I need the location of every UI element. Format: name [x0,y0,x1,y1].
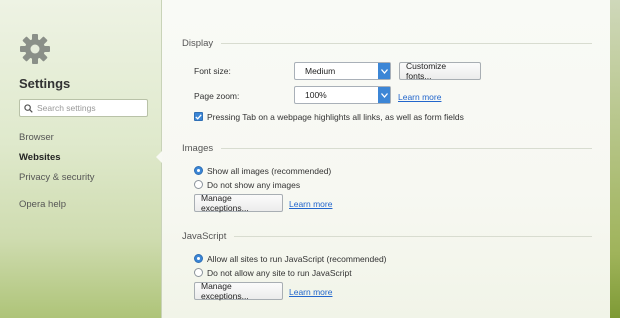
allow-javascript-radio[interactable] [194,254,203,263]
tab-highlight-checkbox[interactable] [194,112,203,121]
allow-javascript-label: Allow all sites to run JavaScript (recom… [207,254,387,264]
gear-icon [20,34,50,64]
block-javascript-radio[interactable] [194,268,203,277]
sidebar: Settings Browser Websites Privacy & secu… [0,0,163,318]
search-icon [24,103,33,113]
font-size-label: Font size: [194,66,231,76]
images-header-label: Images [182,143,214,154]
page-zoom-label: Page zoom: [194,91,240,101]
show-images-radio[interactable] [194,166,203,175]
sidebar-item-browser[interactable]: Browser [19,132,54,143]
sidebar-item-opera-help[interactable]: Opera help [19,199,66,210]
customize-fonts-button[interactable]: Customize fonts... [399,61,481,81]
sidebar-item-websites[interactable]: Websites [19,152,61,163]
font-size-select[interactable]: Medium [294,62,391,80]
divider [234,236,592,237]
window-background-edge [610,0,620,318]
hide-images-radio[interactable] [194,180,203,189]
show-images-label: Show all images (recommended) [207,166,332,176]
images-manage-exceptions-button[interactable]: Manage exceptions... [194,193,283,213]
images-section-header: Images [182,143,592,154]
search-box[interactable] [19,99,148,117]
hide-images-label: Do not show any images [207,180,301,190]
settings-content: Display Font size: Medium Customize font… [162,0,610,318]
search-input[interactable] [37,103,145,113]
images-learn-more-link[interactable]: Learn more [289,199,332,209]
divider [221,148,592,149]
chevron-down-icon [378,63,390,79]
javascript-section-header: JavaScript [182,231,592,242]
sidebar-item-privacy-security[interactable]: Privacy & security [19,172,95,183]
page-zoom-select[interactable]: 100% [294,86,391,104]
settings-title: Settings [19,76,71,91]
javascript-header-label: JavaScript [182,231,227,242]
divider [221,43,592,44]
block-javascript-label: Do not allow any site to run JavaScript [207,268,352,278]
font-size-value: Medium [305,66,336,76]
chevron-down-icon [378,87,390,103]
page-zoom-learn-more-link[interactable]: Learn more [398,92,441,102]
page-zoom-value: 100% [305,90,327,100]
tab-highlight-label: Pressing Tab on a webpage highlights all… [207,112,464,122]
display-section-header: Display [182,38,592,49]
checkmark-icon [195,113,202,120]
javascript-manage-exceptions-button[interactable]: Manage exceptions... [194,281,283,301]
javascript-learn-more-link[interactable]: Learn more [289,287,332,297]
display-header-label: Display [182,38,214,49]
